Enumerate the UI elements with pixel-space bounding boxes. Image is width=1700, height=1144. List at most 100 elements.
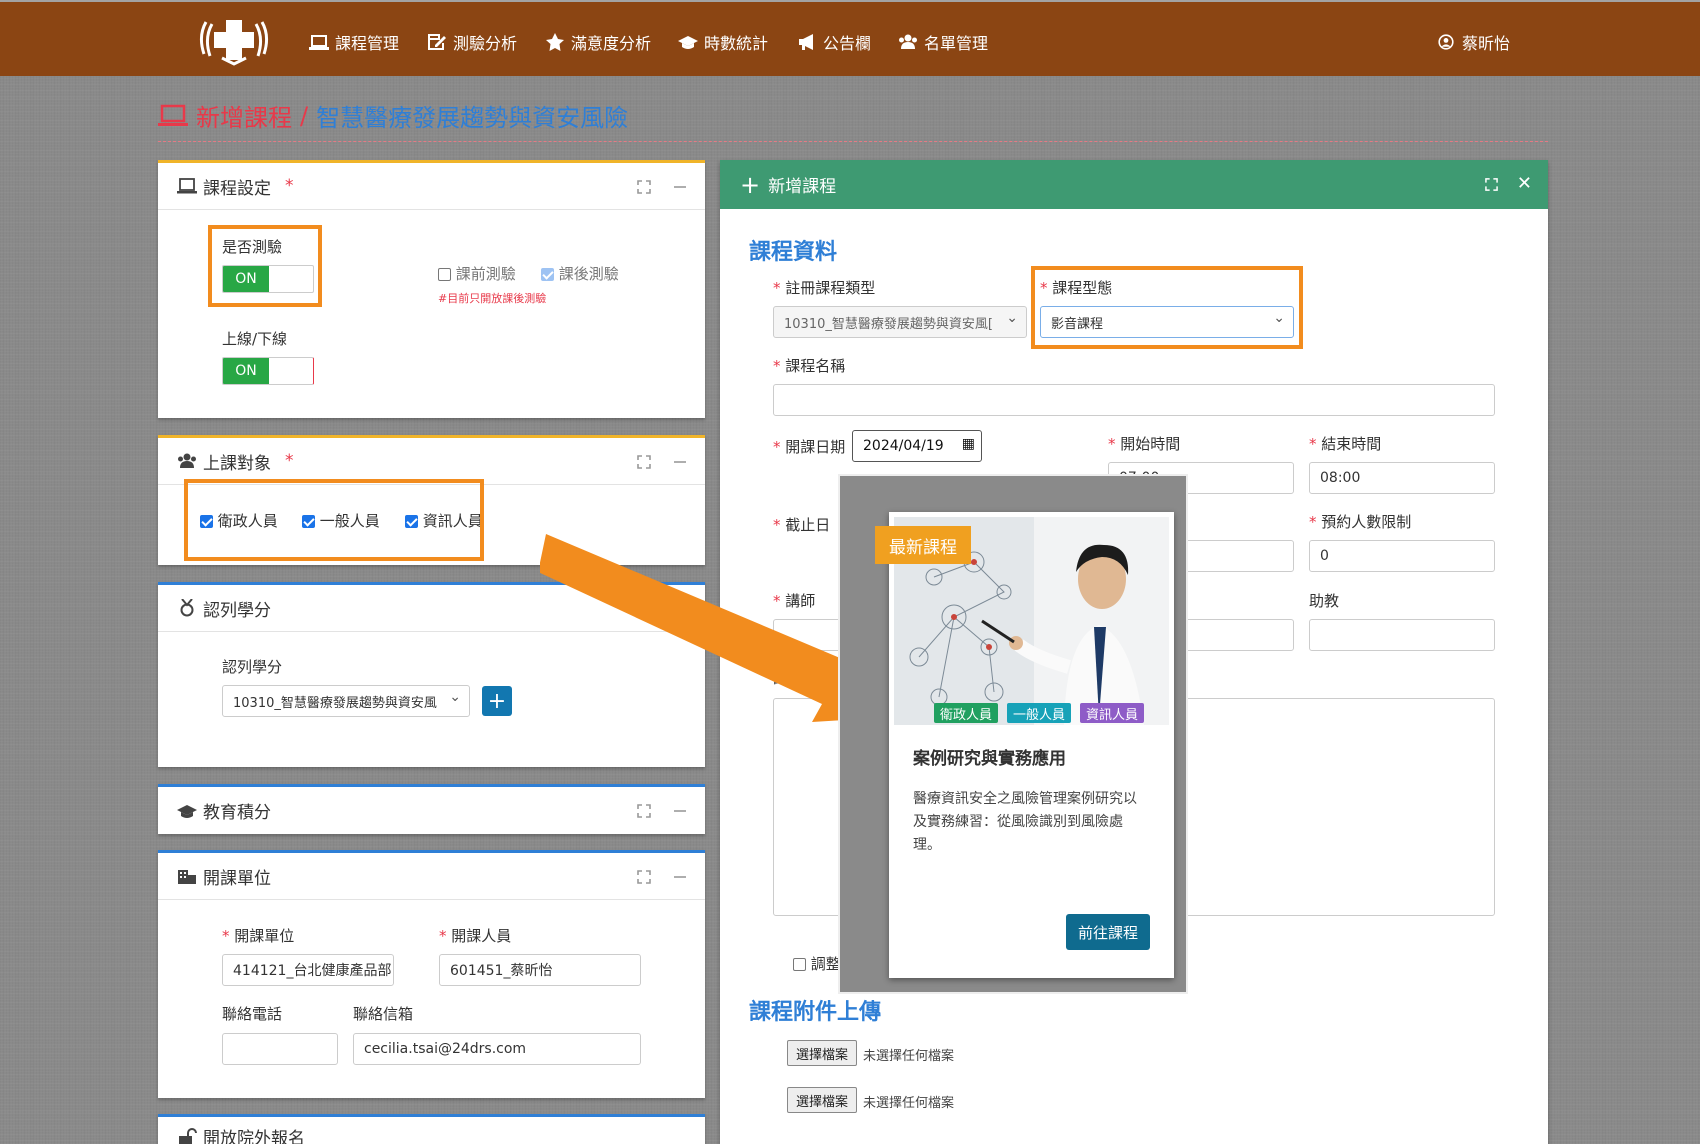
panel-header: 課程設定 * bbox=[158, 163, 705, 210]
panel-header: 上課對象 * bbox=[158, 438, 705, 485]
plus-icon: + bbox=[740, 170, 761, 199]
adjust-label: 調整 bbox=[810, 955, 841, 973]
expand-icon[interactable] bbox=[1485, 178, 1498, 191]
minimize-icon[interactable] bbox=[673, 180, 687, 194]
nav-course-management[interactable]: 課程管理 bbox=[309, 30, 399, 54]
section-upload: 課程附件上傳 bbox=[749, 1000, 882, 1025]
nav-bulletin[interactable]: 公告欄 bbox=[797, 30, 871, 54]
megaphone-icon bbox=[799, 34, 813, 50]
user-name: 蔡昕怡 bbox=[1461, 34, 1510, 53]
adjust-option[interactable]: 調整 bbox=[793, 953, 841, 974]
phone-input[interactable] bbox=[222, 1033, 338, 1065]
nav-roster-management[interactable]: 名單管理 bbox=[898, 30, 988, 54]
audience-tag: 衛政人員 bbox=[934, 703, 999, 723]
date-label: 開課日期 bbox=[773, 436, 845, 457]
expand-icon[interactable] bbox=[637, 870, 651, 884]
course-card[interactable]: 衛政人員 一般人員 資訊人員 最新課程 案例研究與實務應用 醫療資訊安全之風險管… bbox=[875, 512, 1174, 978]
adjust-checkbox[interactable] bbox=[793, 958, 806, 971]
online-toggle[interactable]: ON bbox=[222, 357, 314, 385]
name-label: 課程名稱 bbox=[773, 355, 845, 376]
card-title: 案例研究與實務應用 bbox=[913, 749, 1066, 769]
users-icon bbox=[178, 453, 196, 468]
page-title-prefix: 新增課程 bbox=[196, 104, 292, 132]
choose-file-button[interactable]: 選擇檔案 bbox=[787, 1040, 858, 1066]
pre-test-option[interactable]: 課前測驗 bbox=[438, 263, 516, 284]
highlight-box bbox=[184, 479, 484, 561]
email-label: 聯絡信箱 bbox=[353, 1005, 414, 1023]
unit-input[interactable]: 414121_台北健康產品部 bbox=[222, 954, 394, 986]
nav-hours-statistics[interactable]: 時數統計 bbox=[678, 30, 768, 54]
quiz-note: #目前只開放課後測驗 bbox=[438, 292, 547, 305]
pre-test-checkbox[interactable] bbox=[438, 268, 451, 281]
type-select[interactable]: 10310_智慧醫療發展趨勢與資安風[ bbox=[773, 306, 1027, 338]
panel-title: 課程設定 bbox=[203, 178, 271, 199]
calendar-icon[interactable]: ▦ bbox=[962, 436, 975, 452]
expand-icon[interactable] bbox=[637, 804, 651, 818]
nav-quiz-analysis[interactable]: 測驗分析 bbox=[427, 30, 517, 54]
user-menu[interactable]: 蔡昕怡 bbox=[1438, 30, 1510, 54]
close-icon[interactable]: ✕ bbox=[1517, 173, 1532, 194]
post-test-label: 課後測驗 bbox=[558, 265, 619, 283]
highlight-box bbox=[1031, 266, 1303, 349]
minimize-icon[interactable] bbox=[673, 870, 687, 884]
graduation-cap-icon bbox=[678, 36, 698, 49]
panel-title: 認列學分 bbox=[203, 600, 271, 621]
date-input[interactable]: 2024/04/19 ▦ bbox=[852, 430, 982, 462]
credit-label: 認列學分 bbox=[222, 658, 283, 676]
choose-file-button[interactable]: 選擇檔案 bbox=[787, 1087, 858, 1113]
audience-tag: 資訊人員 bbox=[1080, 703, 1145, 723]
toggle-on-label: ON bbox=[223, 358, 269, 384]
card-description: 醫療資訊安全之風險管理案例研究以及實務練習：從風險識別到風險處理。 bbox=[913, 791, 1137, 853]
phone-label: 聯絡電話 bbox=[222, 1005, 283, 1023]
staff-label: 開課人員 bbox=[439, 925, 511, 946]
laptop-icon bbox=[309, 35, 329, 50]
graduation-cap-icon bbox=[177, 804, 197, 818]
post-test-option[interactable]: 課後測驗 bbox=[541, 263, 619, 284]
panel-title: 開放院外報名 bbox=[203, 1129, 305, 1144]
nav-satisfaction-analysis[interactable]: 滿意度分析 bbox=[545, 30, 651, 54]
minimize-icon[interactable] bbox=[673, 455, 687, 469]
form-title: 新增課程 bbox=[768, 177, 837, 197]
limit-label: 預約人數限制 bbox=[1309, 511, 1411, 532]
no-file-text: 未選擇任何檔案 bbox=[863, 1096, 955, 1111]
limit-input[interactable]: 0 bbox=[1309, 540, 1495, 572]
name-input[interactable] bbox=[773, 384, 1495, 416]
go-to-course-button[interactable]: 前往課程 bbox=[1065, 914, 1150, 950]
email-input[interactable]: cecilia.tsai@24drs.com bbox=[353, 1033, 641, 1065]
pre-test-label: 課前測驗 bbox=[455, 265, 516, 283]
laptop-icon bbox=[177, 178, 197, 194]
title-divider bbox=[158, 141, 1548, 142]
expand-icon[interactable] bbox=[637, 455, 651, 469]
logo[interactable] bbox=[196, 14, 272, 66]
add-credit-button[interactable]: + bbox=[482, 686, 512, 716]
page-title-course: 智慧醫療發展趨勢與資安風險 bbox=[316, 104, 629, 132]
unit-label: 開課單位 bbox=[222, 925, 294, 946]
expand-icon[interactable] bbox=[637, 180, 651, 194]
nav-label: 名單管理 bbox=[924, 34, 989, 53]
nav-label: 時數統計 bbox=[704, 34, 769, 53]
minimize-icon[interactable] bbox=[673, 804, 687, 818]
form-header: + 新增課程 ✕ bbox=[720, 160, 1548, 209]
end-time-input[interactable]: 08:00 bbox=[1309, 462, 1495, 494]
edit-icon bbox=[428, 34, 446, 50]
users-icon bbox=[899, 34, 917, 49]
unlock-icon bbox=[179, 1127, 197, 1144]
nav-label: 公告欄 bbox=[823, 34, 872, 53]
post-test-checkbox[interactable] bbox=[541, 268, 554, 281]
user-circle-icon bbox=[1438, 34, 1454, 50]
building-icon bbox=[178, 870, 196, 884]
external-registration-panel: 開放院外報名 bbox=[158, 1114, 705, 1144]
start-time-label: 開始時間 bbox=[1108, 433, 1180, 454]
staff-input[interactable]: 601451_蔡昕怡 bbox=[439, 954, 641, 986]
credit-select[interactable]: 10310_智慧醫療發展趨勢與資安風 bbox=[222, 685, 470, 717]
end-time-label: 結束時間 bbox=[1309, 433, 1381, 454]
nav-label: 測驗分析 bbox=[453, 34, 518, 53]
panel-header: 教育積分 bbox=[158, 787, 705, 834]
page-title: 新增課程 / 智慧醫療發展趨勢與資安風險 bbox=[158, 98, 628, 133]
medal-icon bbox=[180, 599, 194, 617]
organizer-panel: 開課單位 開課單位 414121_台北健康產品部 開課人員 601451_蔡昕怡… bbox=[158, 850, 705, 1098]
panel-header: 開課單位 bbox=[158, 853, 705, 900]
panel-title: 教育積分 bbox=[203, 803, 271, 823]
assistant-input[interactable] bbox=[1309, 619, 1495, 651]
section-course-info: 課程資料 bbox=[749, 240, 838, 265]
